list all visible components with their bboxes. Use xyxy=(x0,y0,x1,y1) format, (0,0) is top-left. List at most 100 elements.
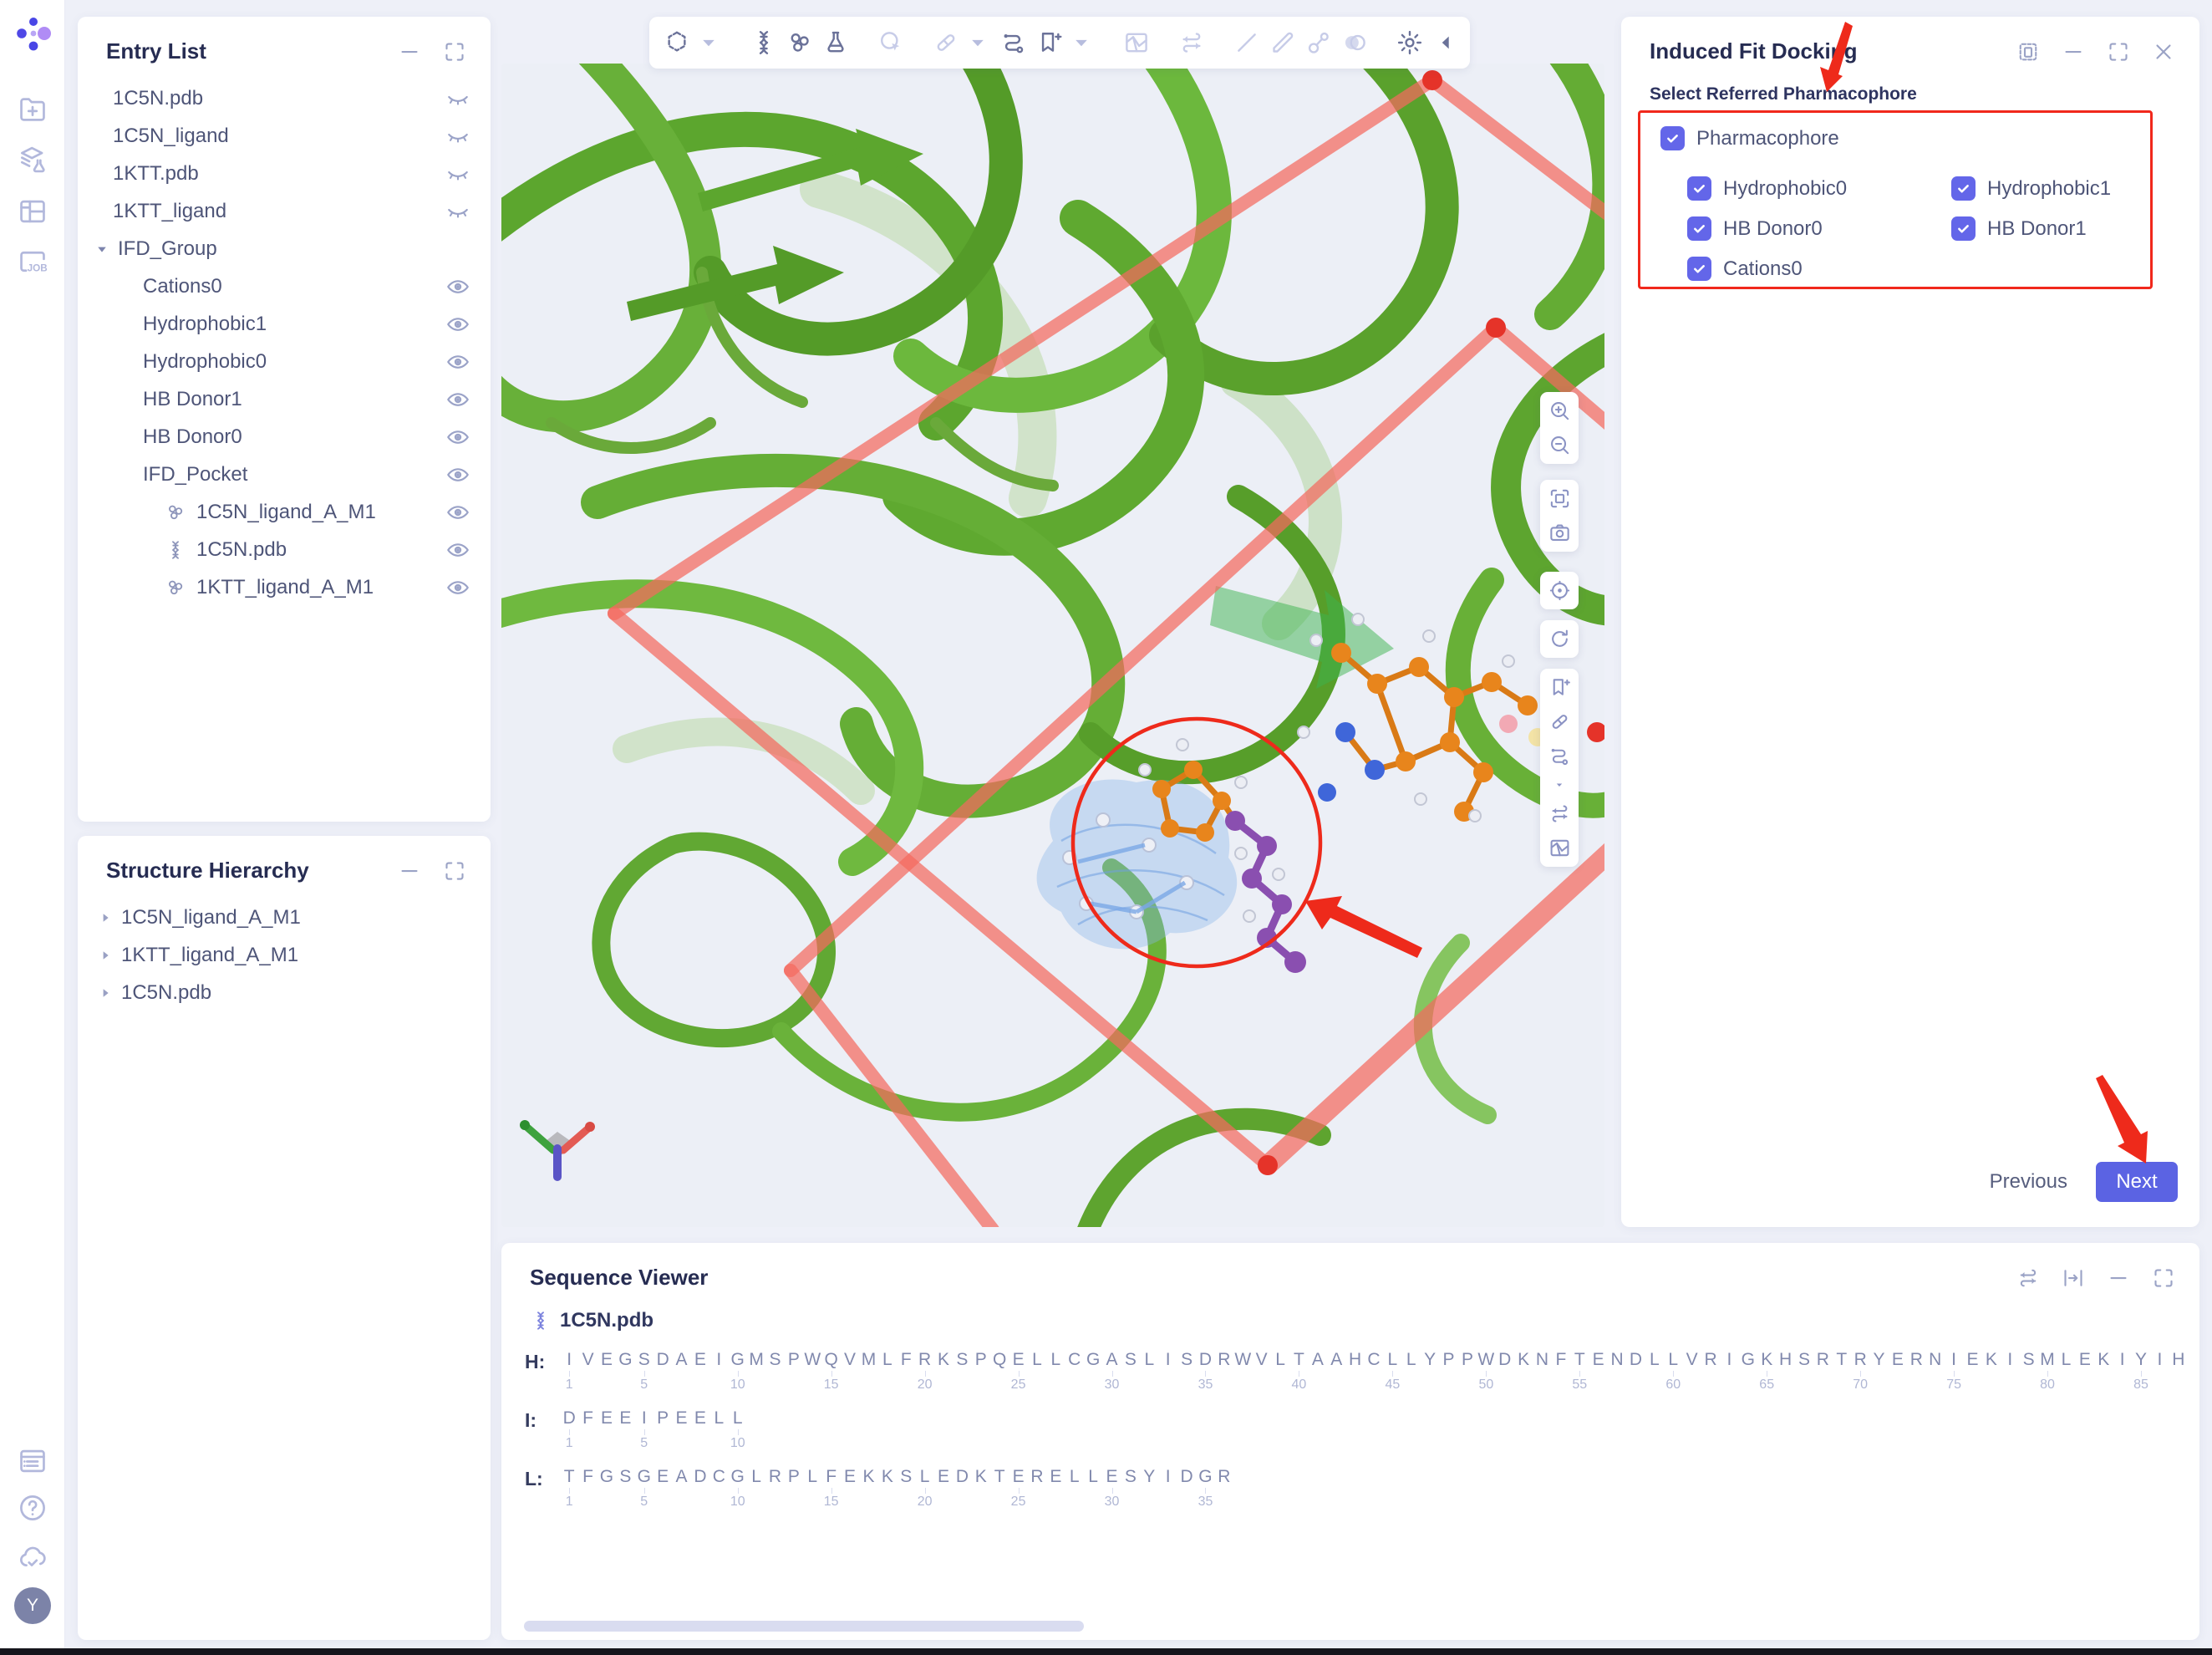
entry-list-item[interactable]: HB Donor0 xyxy=(78,418,491,456)
checkbox-cations0[interactable]: Cations0 xyxy=(1687,257,1951,281)
caret-down-small-icon[interactable] xyxy=(1553,778,1566,792)
tri-right-icon[interactable] xyxy=(96,909,114,927)
user-avatar[interactable]: Y xyxy=(14,1587,51,1624)
float-window-icon[interactable] xyxy=(2016,39,2041,64)
entry-list-item[interactable]: 1C5N_ligand xyxy=(78,117,491,155)
eye-open-icon[interactable] xyxy=(445,462,470,487)
hierarchy-item[interactable]: 1C5N.pdb xyxy=(78,974,491,1011)
zoom-out-icon[interactable] xyxy=(1548,433,1572,457)
minimize-icon[interactable] xyxy=(2061,39,2086,64)
bookmark-plus-icon[interactable] xyxy=(1035,28,1096,57)
target-icon[interactable] xyxy=(1548,578,1572,603)
swap-arrows-icon[interactable] xyxy=(1548,802,1572,826)
molecule-icon[interactable] xyxy=(786,28,814,57)
residue-row[interactable]: IVEGSDAEIGMSPWQVMLFRKSPQELLCGASLISDRWVLT… xyxy=(560,1349,2188,1371)
select-circle-icon[interactable] xyxy=(877,28,905,57)
venn-circles-icon[interactable] xyxy=(1340,28,1369,57)
checkbox-checked-icon[interactable] xyxy=(1951,216,1976,241)
entry-list-item[interactable]: IFD_Pocket xyxy=(78,456,491,493)
expand-icon[interactable] xyxy=(2106,39,2131,64)
settings-gear-icon[interactable] xyxy=(1396,28,1424,57)
balls-link-icon[interactable] xyxy=(1304,28,1333,57)
eye-open-icon[interactable] xyxy=(445,500,470,525)
checkbox-checked-icon[interactable] xyxy=(1951,176,1976,201)
hexagon-style-icon[interactable] xyxy=(663,28,723,57)
entry-list-item[interactable]: Cations0 xyxy=(78,267,491,305)
pencil-tool-icon[interactable] xyxy=(1269,28,1297,57)
residue-row[interactable]: DFEEIPEELL xyxy=(560,1408,747,1429)
checkbox-checked-icon[interactable] xyxy=(1687,216,1711,241)
flow-path-icon[interactable] xyxy=(999,28,1028,57)
cloud-check-icon[interactable] xyxy=(17,1542,48,1574)
checkbox-hb-donor1[interactable]: HB Donor1 xyxy=(1951,216,2138,241)
fit-screen-icon[interactable] xyxy=(1548,486,1572,511)
camera-icon[interactable] xyxy=(1548,521,1572,545)
checkbox-pharmacophore[interactable]: Pharmacophore xyxy=(1660,126,2150,150)
tri-right-icon[interactable] xyxy=(96,946,114,965)
close-icon[interactable] xyxy=(2151,39,2176,64)
tri-right-icon[interactable] xyxy=(96,984,114,1002)
sequence-scrollbar[interactable] xyxy=(524,1621,1084,1632)
zoom-in-icon[interactable] xyxy=(1548,399,1572,423)
entry-list-item[interactable]: 1C5N_ligand_A_M1 xyxy=(78,493,491,531)
expand-icon[interactable] xyxy=(2151,1265,2176,1291)
eye-closed-icon[interactable] xyxy=(445,199,470,224)
collapse-left-icon[interactable] xyxy=(1431,28,1460,57)
checkbox-checked-icon[interactable] xyxy=(1687,257,1711,281)
entry-list-item[interactable]: HB Donor1 xyxy=(78,380,491,418)
line-tool-icon[interactable] xyxy=(1233,28,1261,57)
checkbox-checked-icon[interactable] xyxy=(1660,126,1685,150)
refresh-icon[interactable] xyxy=(1548,627,1572,651)
entry-list-item[interactable]: 1KTT.pdb xyxy=(78,155,491,192)
next-button[interactable]: Next xyxy=(2096,1162,2178,1202)
eye-open-icon[interactable] xyxy=(445,575,470,600)
minimize-icon[interactable] xyxy=(2106,1265,2131,1291)
checkbox-hb-donor0[interactable]: HB Donor0 xyxy=(1687,216,1951,241)
eye-open-icon[interactable] xyxy=(445,387,470,412)
expand-icon[interactable] xyxy=(442,39,467,64)
job-browser-icon[interactable]: JOB xyxy=(17,246,48,278)
minimize-icon[interactable] xyxy=(397,858,422,884)
molecular-viewer-canvas[interactable] xyxy=(501,64,1604,1227)
entry-list-item[interactable]: Hydrophobic0 xyxy=(78,343,491,380)
eye-open-icon[interactable] xyxy=(445,274,470,299)
table-layout-icon[interactable] xyxy=(17,196,48,227)
minimize-icon[interactable] xyxy=(397,39,422,64)
sequence-structure-row[interactable]: 1C5N.pdb xyxy=(530,1309,2199,1332)
entry-list-item[interactable]: IFD_Group xyxy=(78,230,491,267)
bookmark-plus-icon[interactable] xyxy=(1548,675,1572,700)
checkbox-hydrophobic1[interactable]: Hydrophobic1 xyxy=(1951,176,2138,201)
eye-closed-icon[interactable] xyxy=(445,86,470,111)
checkbox-hydrophobic0[interactable]: Hydrophobic0 xyxy=(1687,176,1951,201)
eye-open-icon[interactable] xyxy=(445,425,470,450)
help-icon[interactable] xyxy=(17,1492,48,1524)
hierarchy-item[interactable]: 1KTT_ligand_A_M1 xyxy=(78,936,491,974)
folder-plus-icon[interactable] xyxy=(17,94,48,125)
pocket-map-icon[interactable] xyxy=(1548,836,1572,860)
flow-path-icon[interactable] xyxy=(1548,744,1572,768)
wrap-text-icon[interactable] xyxy=(2061,1265,2086,1291)
entry-list-item[interactable]: 1KTT_ligand_A_M1 xyxy=(78,568,491,606)
layers-flask-icon[interactable] xyxy=(17,144,48,176)
eye-closed-icon[interactable] xyxy=(445,161,470,186)
hierarchy-item[interactable]: 1C5N_ligand_A_M1 xyxy=(78,899,491,936)
measure-capsule-icon[interactable] xyxy=(1548,710,1572,734)
eye-open-icon[interactable] xyxy=(445,349,470,374)
list-browser-icon[interactable] xyxy=(17,1445,48,1477)
measure-capsule-icon[interactable] xyxy=(932,28,992,57)
entry-list-item[interactable]: Hydrophobic1 xyxy=(78,305,491,343)
swap-arrows-icon[interactable] xyxy=(1177,28,1206,57)
eye-closed-icon[interactable] xyxy=(445,124,470,149)
expand-icon[interactable] xyxy=(442,858,467,884)
pocket-map-icon[interactable] xyxy=(1122,28,1151,57)
eye-open-icon[interactable] xyxy=(445,312,470,337)
residue-row[interactable]: TFGSGEADCGLRPLFEKKSLEDKTERELLESYIDGR xyxy=(560,1466,1233,1488)
flask-icon[interactable] xyxy=(821,28,850,57)
helix-icon[interactable] xyxy=(750,28,778,57)
tri-down-icon[interactable] xyxy=(93,240,111,258)
swap-arrows-icon[interactable] xyxy=(2016,1265,2041,1291)
entry-list-item[interactable]: 1C5N.pdb xyxy=(78,531,491,568)
previous-button[interactable]: Previous xyxy=(1990,1170,2067,1194)
entry-list-item[interactable]: 1KTT_ligand xyxy=(78,192,491,230)
entry-list-item[interactable]: 1C5N.pdb xyxy=(78,79,491,117)
